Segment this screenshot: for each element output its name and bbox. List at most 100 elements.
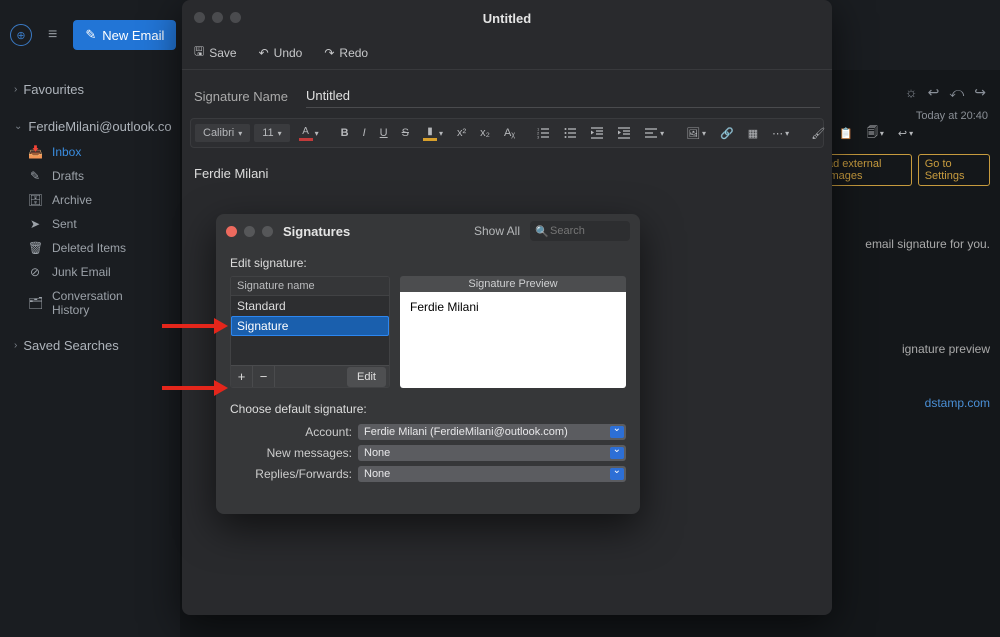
signature-name-input[interactable]: [306, 84, 820, 108]
sidebar: › Favourites ⌄ FerdieMilani@outlook.co 📥…: [0, 70, 180, 637]
sidebar-item-sent[interactable]: ➤Sent: [0, 212, 180, 236]
format-toolbar: Calibri▾ 11▾ A▾ B I U S ▮▾ x² x₂ Aᵪ 123 …: [190, 118, 824, 148]
sidebar-item-conversation[interactable]: 🗂Conversation History: [0, 284, 180, 322]
signature-list-header: Signature name: [231, 277, 389, 296]
revert-button[interactable]: ↩▾: [893, 124, 918, 143]
underline-button[interactable]: U: [375, 124, 393, 142]
close-icon[interactable]: [226, 226, 237, 237]
new-messages-label: New messages:: [230, 446, 358, 460]
superscript-button[interactable]: x²: [452, 124, 471, 142]
new-email-label: New Email: [102, 28, 164, 43]
maximize-icon[interactable]: [230, 12, 241, 23]
sun-icon[interactable]: ☼: [905, 84, 918, 101]
save-button[interactable]: 🖫Save: [194, 42, 237, 63]
chevron-down-icon: ▾: [238, 129, 242, 138]
font-size-select[interactable]: 11▾: [254, 124, 289, 142]
minimize-icon[interactable]: [244, 226, 255, 237]
paste-button[interactable]: 📋: [834, 124, 858, 143]
editor-titlebar: Untitled: [182, 0, 832, 36]
signatures-dialog: Signatures Show All 🔍 Edit signature: Si…: [216, 214, 640, 514]
trash-icon: 🗑: [28, 241, 42, 255]
signature-preview-pane: Signature Preview Ferdie Milani: [400, 276, 626, 388]
sig-search: 🔍: [530, 221, 630, 241]
redo-icon: ↷: [324, 46, 334, 60]
globe-icon[interactable]: ⊕: [10, 24, 32, 46]
hamburger-icon[interactable]: ≡: [44, 22, 61, 48]
signature-name-label: Signature Name: [194, 89, 288, 104]
numbered-list-button[interactable]: 123: [532, 124, 555, 142]
account-select[interactable]: Ferdie Milani (FerdieMilani@outlook.com): [358, 424, 626, 440]
insert-table-button[interactable]: ▦: [743, 124, 763, 143]
go-to-settings-button[interactable]: Go to Settings: [918, 154, 990, 186]
drafts-icon: ✎: [28, 169, 42, 183]
align-button[interactable]: ▾: [640, 124, 669, 142]
reply-icon[interactable]: ↩: [928, 84, 940, 101]
insert-more-button[interactable]: ⋯▾: [767, 124, 794, 143]
reading-pane-bg: ☼ ↩ ⤺ ↪ Today at 20:40 ad external image…: [820, 70, 1000, 637]
replies-select[interactable]: None: [358, 466, 626, 482]
add-signature-button[interactable]: +: [231, 366, 253, 388]
new-messages-select[interactable]: None: [358, 445, 626, 461]
indent-button[interactable]: [613, 124, 636, 142]
show-all-button[interactable]: Show All: [474, 224, 520, 238]
chevron-down-icon: ▾: [439, 129, 443, 138]
insert-picture-button[interactable]: 🖼▾: [681, 124, 711, 143]
history-icon: 🗂: [28, 296, 42, 310]
sidebar-item-archive[interactable]: 🗄Archive: [0, 188, 180, 212]
load-images-button[interactable]: ad external images: [820, 154, 912, 186]
sidebar-item-deleted[interactable]: 🗑Deleted Items: [0, 236, 180, 260]
editor-body[interactable]: Ferdie Milani: [182, 148, 832, 199]
signature-row-editing[interactable]: [231, 316, 389, 336]
font-family-select[interactable]: Calibri▾: [195, 124, 250, 142]
edit-signature-label: Edit signature:: [216, 248, 640, 276]
undo-icon: ↶: [259, 46, 269, 60]
sidebar-item-drafts[interactable]: ✎Drafts: [0, 164, 180, 188]
chevron-down-icon: ▾: [785, 129, 789, 138]
disk-icon: 🖫: [194, 42, 204, 63]
chevron-down-icon: ⌄: [14, 121, 22, 132]
forward-icon[interactable]: ↪: [974, 84, 986, 101]
sidebar-item-inbox[interactable]: 📥Inbox: [0, 140, 180, 164]
reply-all-icon[interactable]: ⤺: [949, 84, 964, 101]
minimize-icon[interactable]: [212, 12, 223, 23]
sig-dialog-title: Signatures: [283, 224, 350, 239]
format-painter-button[interactable]: 🖌: [806, 124, 830, 143]
sidebar-item-junk[interactable]: ⊘Junk Email: [0, 260, 180, 284]
sidebar-saved-searches[interactable]: › Saved Searches: [0, 332, 180, 359]
maximize-icon[interactable]: [262, 226, 273, 237]
sidebar-favourites[interactable]: › Favourites: [0, 76, 180, 103]
chevron-right-icon: ›: [14, 84, 17, 95]
insert-link-button[interactable]: 🔗: [715, 124, 739, 143]
redo-button[interactable]: ↷Redo: [324, 46, 368, 60]
undo-button[interactable]: ↶Undo: [259, 46, 303, 60]
highlighter-icon: ▮: [427, 126, 433, 137]
signature-rename-input[interactable]: [237, 319, 383, 333]
signature-row-standard[interactable]: Standard: [231, 296, 389, 316]
message-time: Today at 20:40: [916, 110, 988, 122]
edit-signature-button[interactable]: Edit: [347, 367, 386, 387]
bold-button[interactable]: B: [336, 124, 354, 142]
bullet-list-button[interactable]: [559, 124, 582, 142]
italic-button[interactable]: I: [358, 124, 371, 142]
account-label: Account:: [230, 425, 358, 439]
remove-signature-button[interactable]: −: [253, 366, 275, 388]
strikethrough-button[interactable]: S: [397, 124, 414, 142]
sidebar-account[interactable]: ⌄ FerdieMilani@outlook.co: [0, 113, 180, 140]
window-title: Untitled: [483, 11, 531, 26]
clear-format-button[interactable]: Aᵪ: [499, 124, 520, 142]
font-color-button[interactable]: A▾: [294, 123, 324, 144]
signature-list-footer: + − Edit: [231, 365, 389, 387]
chevron-down-icon: ▾: [702, 129, 706, 138]
archive-icon: 🗄: [28, 193, 42, 207]
outdent-button[interactable]: [586, 124, 609, 142]
replies-label: Replies/Forwards:: [230, 467, 358, 481]
subscript-button[interactable]: x₂: [475, 124, 495, 142]
signature-preview-body: Ferdie Milani: [400, 292, 626, 388]
clipboard-button[interactable]: 🗐▾: [862, 121, 889, 146]
sent-icon: ➤: [28, 217, 42, 231]
highlight-button[interactable]: ▮▾: [418, 123, 448, 144]
chevron-down-icon: ▾: [909, 129, 913, 138]
bg-link[interactable]: dstamp.com: [925, 396, 990, 410]
new-email-button[interactable]: ✎ New Email: [73, 20, 176, 50]
close-icon[interactable]: [194, 12, 205, 23]
